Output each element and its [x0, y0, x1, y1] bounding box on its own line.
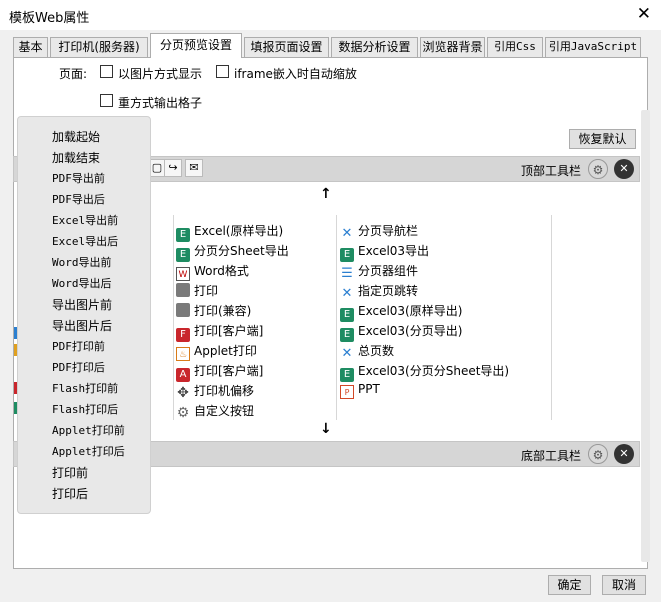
menu-item[interactable]: PDF导出前 — [52, 170, 105, 186]
btn-total-pages[interactable]: ✕ 总页数 — [340, 342, 394, 361]
menu-item[interactable]: 导出图片后 — [52, 317, 112, 334]
menu-item[interactable]: 加载结束 — [52, 149, 100, 166]
export-icon[interactable]: ↪ — [164, 159, 182, 177]
pdf-icon: F — [176, 328, 190, 342]
tab-css[interactable]: 引用Css — [487, 37, 543, 57]
btn-ppt[interactable]: P PPT — [340, 382, 380, 399]
btn-excel-sheet[interactable]: E 分页分Sheet导出 — [176, 242, 289, 262]
menu-item[interactable]: PDF打印前 — [52, 338, 105, 354]
move-down-icon[interactable]: ↓ — [320, 421, 332, 437]
printer-icon — [176, 303, 190, 317]
cancel-button[interactable]: 取消 — [602, 575, 646, 595]
ok-button[interactable]: 确定 — [548, 575, 591, 595]
navigation-icon: ✕ — [341, 286, 353, 301]
tab-page-preview[interactable]: 分页预览设置 — [150, 33, 242, 58]
image-mode-label: 以图片方式显示 — [118, 67, 203, 81]
tab-data-analysis[interactable]: 数据分析设置 — [331, 37, 418, 57]
btn-print[interactable]: 打印 — [176, 282, 218, 299]
bottom-toolbar-remove-icon[interactable]: ✕ — [614, 444, 634, 464]
image-mode-checkbox[interactable] — [100, 65, 113, 78]
menu-item[interactable]: 打印前 — [52, 464, 88, 481]
menu-item[interactable]: PDF打印后 — [52, 359, 105, 375]
title-bar: 模板Web属性 ✕ — [0, 0, 661, 30]
java-icon: ♨ — [176, 347, 190, 361]
menu-item[interactable]: Applet打印后 — [52, 443, 125, 459]
menu-item[interactable]: Word导出前 — [52, 254, 112, 270]
menu-item[interactable]: 导出图片前 — [52, 296, 112, 313]
btn-excel03-paged[interactable]: E Excel03(分页导出) — [340, 322, 462, 342]
bottom-toolbar-settings-icon[interactable]: ⚙ — [588, 444, 608, 464]
tab-browser-background[interactable]: 浏览器背景 — [420, 37, 485, 57]
window-title: 模板Web属性 — [9, 11, 90, 26]
list-icon: ☰ — [341, 266, 353, 281]
menu-item[interactable]: Flash打印前 — [52, 380, 118, 396]
excel-icon: E — [176, 248, 190, 262]
btn-pager-component[interactable]: ☰ 分页器组件 — [340, 262, 418, 281]
mail-icon[interactable]: ✉ — [185, 159, 203, 177]
tab-printer-server[interactable]: 打印机(服务器) — [50, 37, 148, 57]
btn-printer-offset[interactable]: ✥ 打印机偏移 — [176, 382, 254, 400]
printer-icon — [176, 283, 190, 297]
menu-item[interactable]: Excel导出前 — [52, 212, 118, 228]
excel-icon: E — [340, 308, 354, 322]
ppt-icon: P — [340, 385, 354, 399]
btn-excel03-export[interactable]: E Excel03导出 — [340, 242, 429, 262]
top-toolbar-settings-icon[interactable]: ⚙ — [588, 159, 608, 179]
btn-excel-original[interactable]: E Excel(原样导出) — [176, 222, 283, 242]
excel-icon: E — [340, 368, 354, 382]
move-up-icon[interactable]: ↑ — [320, 186, 332, 202]
iframe-zoom-label: iframe嵌入时自动缩放 — [234, 67, 357, 81]
menu-item[interactable]: Excel导出后 — [52, 233, 118, 249]
btn-excel03-sheet[interactable]: E Excel03(分页分Sheet导出) — [340, 362, 509, 382]
menu-item[interactable]: Flash打印后 — [52, 401, 118, 417]
tab-fill-page[interactable]: 填报页面设置 — [244, 37, 329, 57]
tab-javascript[interactable]: 引用JavaScript — [545, 37, 641, 57]
menu-item[interactable]: Word导出后 — [52, 275, 112, 291]
vertical-scrollbar[interactable] — [641, 110, 650, 562]
page-label: 页面: — [59, 67, 88, 81]
btn-print-client-pdf[interactable]: A 打印[客户端] — [176, 362, 263, 382]
btn-goto-page[interactable]: ✕ 指定页跳转 — [340, 282, 418, 301]
move-icon: ✥ — [177, 385, 189, 401]
word-icon: W — [176, 267, 190, 281]
restore-default-button[interactable]: 恢复默认 — [569, 129, 636, 149]
pdf-icon: A — [176, 368, 190, 382]
btn-word[interactable]: W Word格式 — [176, 262, 249, 281]
top-toolbar-label: 顶部工具栏 — [521, 164, 582, 178]
btn-custom[interactable]: ⚙ 自定义按钮 — [176, 402, 254, 420]
iframe-zoom-checkbox[interactable] — [216, 65, 229, 78]
close-icon[interactable]: ✕ — [637, 4, 651, 24]
gear-icon: ⚙ — [176, 405, 190, 421]
menu-item[interactable]: 加载起始 — [52, 128, 100, 145]
event-menu: 加载起始 加载结束 PDF导出前 PDF导出后 Excel导出前 Excel导出… — [17, 116, 151, 514]
excel-icon: E — [176, 228, 190, 242]
menu-item[interactable]: 打印后 — [52, 485, 88, 502]
tab-basic[interactable]: 基本 — [13, 37, 48, 57]
btn-print-compatible[interactable]: 打印(兼容) — [176, 302, 251, 319]
btn-excel03-original[interactable]: E Excel03(原样导出) — [340, 302, 462, 322]
btn-applet-print[interactable]: ♨ Applet打印 — [176, 342, 257, 361]
btn-page-navigation[interactable]: ✕ 分页导航栏 — [340, 222, 418, 241]
menu-item[interactable]: PDF导出后 — [52, 191, 105, 207]
excel-icon: E — [340, 248, 354, 262]
top-toolbar-remove-icon[interactable]: ✕ — [614, 159, 634, 179]
navigation-icon: ✕ — [341, 226, 353, 241]
menu-item[interactable]: Applet打印前 — [52, 422, 125, 438]
repeat-grid-label: 重方式输出格子 — [118, 96, 203, 110]
btn-print-client[interactable]: F 打印[客户端] — [176, 322, 263, 342]
navigation-icon: ✕ — [341, 346, 353, 361]
repeat-grid-checkbox[interactable] — [100, 94, 113, 107]
excel-icon: E — [340, 328, 354, 342]
bottom-toolbar-label: 底部工具栏 — [521, 449, 582, 463]
